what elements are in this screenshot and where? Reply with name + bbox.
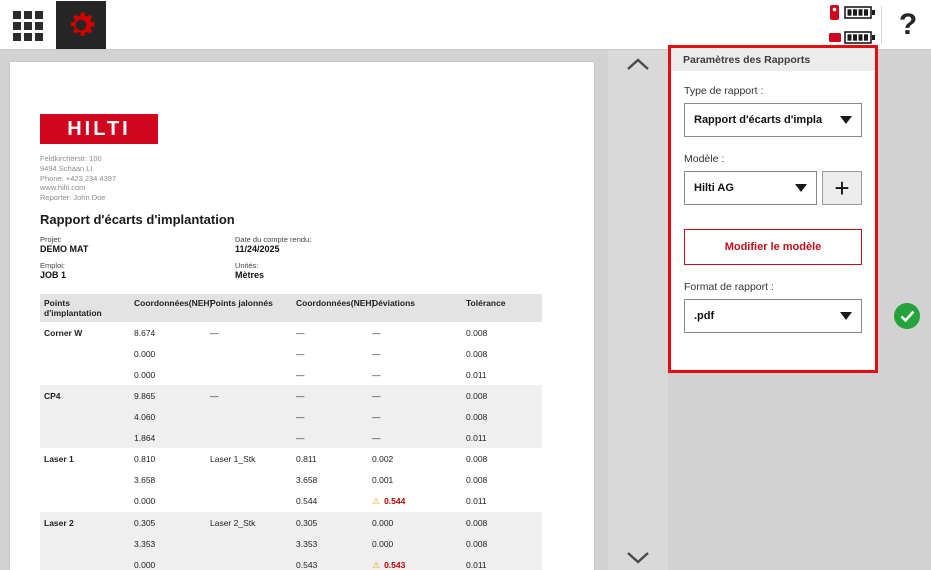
col-header: Tolérance [462,294,542,322]
format-label: Format de rapport : [684,281,862,293]
model-dropdown[interactable]: Hilti AG [684,171,817,205]
table-row: 0.0000.543⚠0.5430.011 [40,554,542,570]
table-row: 0.0000.544⚠0.5440.011 [40,490,542,512]
gear-icon [64,8,98,42]
preview-scrollbar [608,50,668,570]
check-icon [900,310,915,322]
table-row: 4.060——0.008 [40,406,542,427]
grid-menu-icon [13,11,43,41]
format-value: .pdf [694,310,834,322]
warning-icon: ⚠ [372,560,380,570]
report-table-body: Corner W8.674———0.0080.000——0.0080.000——… [40,322,542,570]
chevron-down-icon [795,184,807,192]
address-line: 9494 Schaan LI [40,164,116,174]
chevron-down-icon [840,312,852,320]
modify-model-button[interactable]: Modifier le modèle [684,229,862,265]
table-row: 0.000——0.011 [40,364,542,385]
report-meta: Projet: DEMO MAT Date du compte rendu: 1… [40,235,470,280]
add-model-button[interactable]: + [822,171,862,205]
col-header: Coordonnées(NEH) [292,294,368,322]
confirm-button[interactable] [894,303,920,329]
table-row: Corner W8.674———0.008 [40,322,542,343]
table-row: Laser 10.810Laser 1_Stk0.8110.0020.008 [40,448,542,469]
stakeout-table: Points d'implantation Coordonnées(NEH) P… [40,294,542,570]
project-value: DEMO MAT [40,244,235,254]
job-value: JOB 1 [40,270,235,280]
table-row: 1.864——0.011 [40,427,542,448]
battery-indicators [828,3,878,47]
topbar-divider [881,6,882,44]
warning-icon: ⚠ [372,496,380,506]
units-value: Mètres [235,270,470,280]
settings-button[interactable] [56,1,106,49]
col-header: Points jalonnés [206,294,292,322]
job-label: Emploi: [40,261,235,270]
company-address: Feldkircherstr. 100 9494 Schaan LI Phone… [40,154,116,203]
report-type-value: Rapport d'écarts d'impla [694,114,834,126]
project-label: Projet: [40,235,235,244]
format-dropdown[interactable]: .pdf [684,299,862,333]
address-line: Reporter: John Doe [40,193,116,203]
panel-title: Paramètres des Rapports [671,48,875,71]
units-label: Unités: [235,261,470,270]
report-settings-panel: Paramètres des Rapports Type de rapport … [668,45,878,373]
model-label: Modèle : [684,153,862,165]
scroll-up-icon[interactable] [626,58,650,71]
hilti-logo: HILTI [40,114,158,144]
address-line: www.hilti.com [40,183,116,193]
help-button[interactable]: ? [888,0,928,50]
table-row: 3.3533.3530.0000.008 [40,533,542,554]
col-header: Points d'implantation [40,294,130,322]
chevron-down-icon [840,116,852,124]
address-line: Phone: +423 234 4397 [40,174,116,184]
table-header-row: Points d'implantation Coordonnées(NEH) P… [40,294,542,322]
report-title: Rapport d'écarts d'implantation [40,212,235,227]
date-label: Date du compte rendu: [235,235,470,244]
topbar: ? [0,0,931,50]
scroll-down-icon[interactable] [626,551,650,564]
tool-battery-icon [828,3,878,22]
report-type-dropdown[interactable]: Rapport d'écarts d'impla [684,103,862,137]
model-value: Hilti AG [694,182,789,194]
app-window: ? HILTI Feldkircherstr. 100 9494 Schaan … [0,0,931,570]
table-row: CP49.865———0.008 [40,385,542,406]
apps-menu-button[interactable] [10,8,46,44]
col-header: Déviations [368,294,462,322]
date-value: 11/24/2025 [235,244,470,254]
report-type-label: Type de rapport : [684,85,862,97]
table-row: Laser 20.305Laser 2_Stk0.3050.0000.008 [40,512,542,533]
table-row: 3.6583.6580.0010.008 [40,469,542,490]
report-preview: HILTI Feldkircherstr. 100 9494 Schaan LI… [10,62,594,570]
table-row: 0.000——0.008 [40,343,542,364]
col-header: Coordonnées(NEH) [130,294,206,322]
address-line: Feldkircherstr. 100 [40,154,116,164]
